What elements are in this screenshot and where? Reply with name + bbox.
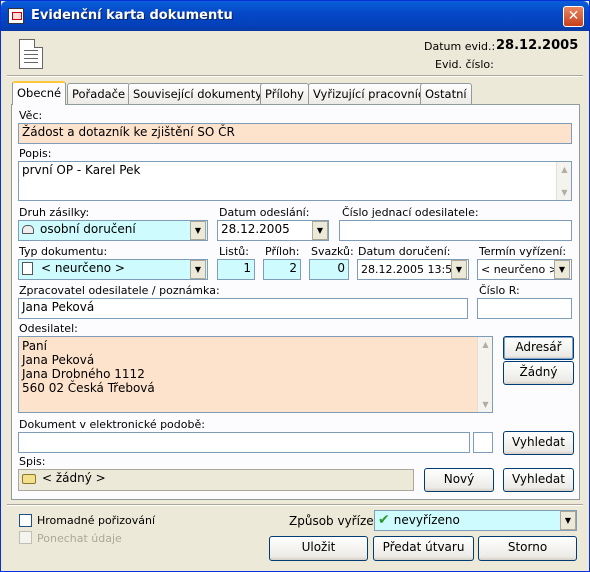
ponechat-checkbox bbox=[19, 531, 32, 544]
zpusob-vyrizeni-dropdown-icon[interactable]: ▼ bbox=[560, 511, 576, 530]
ulozit-button[interactable]: Uložit bbox=[269, 536, 368, 561]
evid-cislo-label: Evid. číslo: bbox=[435, 58, 494, 71]
odesilatel-label: Odesilatel: bbox=[19, 322, 78, 335]
odesilatel-line: Paní bbox=[22, 339, 47, 353]
header-separator bbox=[7, 75, 583, 77]
typ-dokumentu-label: Typ dokumentu: bbox=[19, 245, 108, 258]
odesilatel-line: Jana Drobného 1112 bbox=[22, 367, 145, 381]
hromadne-checkbox[interactable] bbox=[19, 514, 32, 527]
vec-label: Věc: bbox=[19, 109, 43, 122]
druh-zasilky-label: Druh zásilky: bbox=[19, 206, 90, 219]
popis-label: Popis: bbox=[19, 147, 52, 160]
popis-scrollbar[interactable]: ▲ ▼ bbox=[556, 162, 571, 200]
typ-dokumentu-dropdown-icon[interactable]: ▼ bbox=[190, 260, 206, 279]
app-icon bbox=[8, 8, 24, 24]
zpracovatel-field[interactable]: Jana Peková bbox=[18, 298, 468, 319]
adresar-button[interactable]: Adresář bbox=[503, 336, 574, 360]
datum-odeslani-dropdown-icon[interactable]: ▼ bbox=[312, 221, 328, 240]
datum-odeslani-label: Datum odeslání: bbox=[219, 206, 310, 219]
window-title: Evidenční karta dokumentu bbox=[31, 8, 233, 23]
tab-obecne[interactable]: Obecné bbox=[12, 81, 67, 105]
cislo-jednaci-field[interactable] bbox=[339, 220, 572, 241]
vyhledat-dokument-button[interactable]: Vyhledat bbox=[503, 431, 574, 455]
checkmark-icon: ✔ bbox=[378, 512, 390, 528]
listu-label: Listů: bbox=[219, 245, 249, 258]
datum-evid-value: 28.12.2005 bbox=[496, 38, 579, 53]
tab-prilohy[interactable]: Přílohy bbox=[260, 83, 309, 104]
close-button[interactable]: ✕ bbox=[563, 6, 584, 27]
envelope-icon bbox=[22, 225, 34, 234]
dokument-preview-box bbox=[473, 432, 493, 453]
odesilatel-line: Jana Peková bbox=[22, 353, 95, 367]
typ-dokumentu-select[interactable]: < neurčeno > bbox=[18, 259, 208, 280]
ponechat-label: Ponechat údaje bbox=[37, 532, 122, 545]
popis-field[interactable]: první OP - Karel Pek bbox=[18, 161, 572, 201]
zpusob-vyrizeni-select[interactable]: ✔ nevyřízeno bbox=[374, 510, 577, 531]
datum-doruceni-label: Datum doručení: bbox=[358, 245, 451, 258]
spis-field: < žádný > bbox=[18, 469, 414, 491]
termin-vyrizeni-dropdown-icon[interactable]: ▼ bbox=[554, 260, 570, 279]
dialog-window: Evidenční karta dokumentu ✕ Datum evid.:… bbox=[0, 0, 590, 572]
predat-utvaru-button[interactable]: Předat útvaru bbox=[373, 536, 474, 561]
scroll-up-icon[interactable]: ▲ bbox=[557, 162, 572, 177]
tab-souvisejici-dokumenty[interactable]: Související dokumenty bbox=[128, 83, 268, 104]
footer-separator bbox=[7, 504, 583, 506]
novy-button[interactable]: Nový bbox=[424, 468, 494, 492]
tab-ostatni[interactable]: Ostatní bbox=[420, 83, 472, 104]
priloh-label: Příloh: bbox=[265, 245, 300, 258]
listu-field[interactable]: 1 bbox=[217, 259, 255, 280]
spis-label: Spis: bbox=[19, 455, 46, 468]
svazku-field[interactable]: 0 bbox=[309, 259, 349, 280]
close-icon: ✕ bbox=[567, 8, 580, 24]
page-icon bbox=[22, 262, 33, 275]
tab-poradace[interactable]: Pořadače bbox=[67, 83, 131, 104]
druh-zasilky-dropdown-icon[interactable]: ▼ bbox=[190, 221, 206, 240]
vyhledat-spis-button[interactable]: Vyhledat bbox=[503, 468, 574, 492]
odesilatel-line: 560 02 Česká Třebová bbox=[22, 381, 155, 395]
cislo-jednaci-label: Číslo jednací odesilatele: bbox=[342, 206, 479, 219]
odesilatel-field[interactable]: Paní Jana Peková Jana Drobného 1112 560 … bbox=[18, 336, 493, 413]
hromadne-label: Hromadné pořizování bbox=[37, 514, 156, 527]
vec-field[interactable]: Žádost a dotazník ke zjištění SO ČR bbox=[18, 123, 572, 144]
scroll-up-icon[interactable]: ▲ bbox=[478, 337, 493, 352]
cislo-r-label: Číslo R: bbox=[479, 284, 520, 297]
datum-doruceni-dropdown-icon[interactable]: ▼ bbox=[451, 260, 467, 279]
dokument-field[interactable] bbox=[18, 432, 470, 453]
folder-icon bbox=[22, 473, 36, 484]
dokument-label: Dokument v elektronické podobě: bbox=[19, 418, 205, 431]
termin-vyrizeni-label: Termín vyřízení: bbox=[479, 245, 567, 258]
odesilatel-scrollbar[interactable]: ▲ ▼ bbox=[477, 337, 492, 412]
cislo-r-field[interactable] bbox=[477, 298, 572, 319]
zpracovatel-label: Zpracovatel odesilatele / poznámka: bbox=[19, 284, 220, 297]
druh-zasilky-select[interactable]: osobní doručení bbox=[18, 220, 208, 241]
document-icon bbox=[19, 39, 43, 69]
scroll-down-icon[interactable]: ▼ bbox=[478, 397, 493, 412]
zadny-button[interactable]: Žádný bbox=[503, 361, 574, 385]
datum-evid-label: Datum evid.: bbox=[424, 40, 496, 53]
tab-vyrizujici-pracovnici[interactable]: Vyřizující pracovníci bbox=[308, 83, 433, 104]
priloh-field[interactable]: 2 bbox=[263, 259, 301, 280]
scroll-down-icon[interactable]: ▼ bbox=[557, 185, 572, 200]
svazku-label: Svazků: bbox=[311, 245, 354, 258]
storno-button[interactable]: Storno bbox=[478, 536, 577, 561]
title-bar: Evidenční karta dokumentu ✕ bbox=[1, 1, 589, 31]
